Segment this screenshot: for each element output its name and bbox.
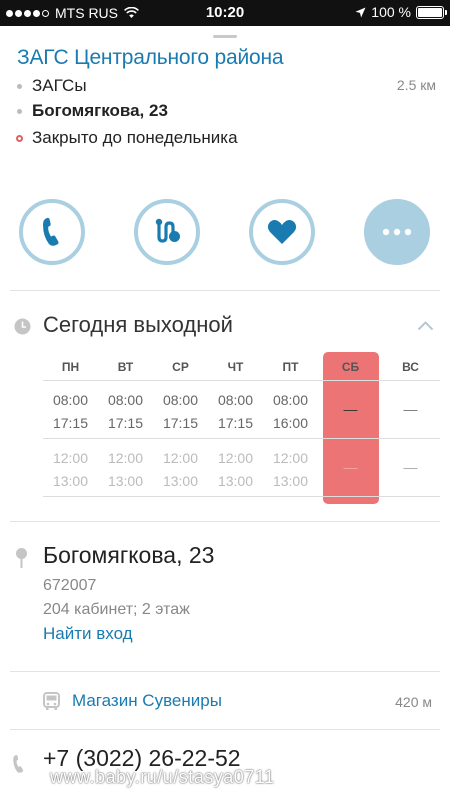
work-hours-cell: — <box>403 401 418 417</box>
day-header-today: СБ <box>341 360 360 374</box>
break-hours-cell: 12:00 13:00 <box>52 450 89 489</box>
call-button[interactable] <box>19 199 85 265</box>
address-title: Богомягкова, 23 <box>43 542 215 568</box>
watermark: www.baby.ru/u/stasya0711 <box>50 767 275 787</box>
chevron-up-icon[interactable] <box>417 320 434 331</box>
closed-status-icon <box>16 134 23 142</box>
sheet-grabber[interactable] <box>213 35 237 38</box>
more-icon <box>382 228 412 236</box>
work-hours-cell: 08:00 17:15 <box>52 392 89 431</box>
heart-icon <box>267 220 297 244</box>
location-arrow-icon <box>355 7 366 17</box>
pin-icon <box>16 548 27 568</box>
bus-icon <box>43 692 60 710</box>
break-hours-cell: — <box>343 459 358 475</box>
category-label: ЗАГСы <box>32 76 87 95</box>
find-entrance-link[interactable]: Найти вход <box>43 624 133 644</box>
work-hours-cell: — <box>343 401 358 417</box>
divider <box>10 521 440 522</box>
battery-percent: 100 % <box>371 4 411 20</box>
work-hours-cell: 08:00 17:15 <box>107 392 144 431</box>
postal-code: 672007 <box>43 577 97 594</box>
break-hours-cell: 12:00 13:00 <box>162 450 199 489</box>
divider <box>10 671 440 672</box>
divider <box>43 438 440 439</box>
phone-icon <box>13 755 24 773</box>
day-header: ПН <box>61 360 80 374</box>
battery-group: 100 % <box>355 4 447 20</box>
address-row: Богомягкова, 23 <box>17 101 168 121</box>
route-button[interactable] <box>134 199 200 265</box>
divider <box>43 380 440 381</box>
today-highlight <box>323 352 379 504</box>
status-bar: MTS RUS 10:20 100 % <box>0 0 450 26</box>
status-label: Закрыто до понедельника <box>32 128 238 147</box>
schedule-title: Сегодня выходной <box>43 312 233 337</box>
break-hours-cell: 12:00 13:00 <box>272 450 309 489</box>
more-button[interactable] <box>364 199 430 265</box>
bullet-icon <box>17 108 22 114</box>
work-hours-cell: 08:00 16:00 <box>272 392 309 431</box>
route-icon <box>155 218 180 243</box>
work-hours-cell: 08:00 17:15 <box>217 392 254 431</box>
clock-icon <box>14 318 31 335</box>
day-header: ВТ <box>117 360 134 374</box>
phone-icon <box>43 217 59 246</box>
divider <box>43 496 440 497</box>
room-info: 204 кабинет; 2 этаж <box>43 601 190 618</box>
work-hours-cell: 08:00 17:15 <box>162 392 199 431</box>
break-hours-cell: 12:00 13:00 <box>107 450 144 489</box>
category-row: ЗАГСы <box>17 76 87 96</box>
day-header: ЧТ <box>227 360 244 374</box>
nearby-stop-link[interactable]: Магазин Сувениры <box>72 691 222 711</box>
bullet-icon <box>17 83 22 89</box>
place-title: ЗАГС Центрального района <box>17 46 284 69</box>
distance-label: 2.5 км <box>396 77 436 93</box>
break-hours-cell: 12:00 13:00 <box>217 450 254 489</box>
divider <box>10 290 440 291</box>
favorite-button[interactable] <box>249 199 315 265</box>
schedule-table: ПН ВТ СР ЧТ ПТ СБ ВС 08:00 17:15 08:00 17:… <box>43 352 440 507</box>
divider <box>10 729 440 730</box>
break-hours-cell: — <box>403 459 418 475</box>
status-row: Закрыто до понедельника <box>16 128 238 148</box>
address-label: Богомягкова, 23 <box>32 101 168 120</box>
day-header: ПТ <box>282 360 299 374</box>
day-header: ВС <box>402 360 419 374</box>
action-bar <box>0 199 450 269</box>
nearby-distance: 420 м <box>395 694 432 710</box>
day-header: СР <box>172 360 189 374</box>
battery-icon <box>416 5 447 19</box>
